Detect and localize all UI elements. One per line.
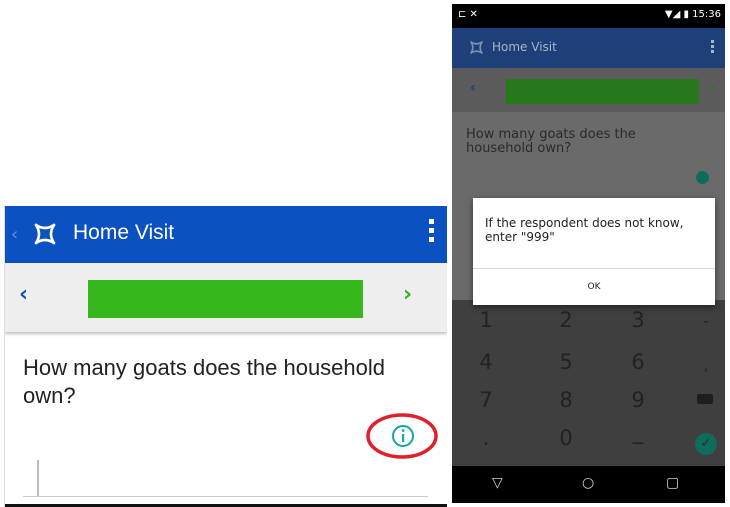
notification-icons: ⊏ ✕	[458, 9, 478, 20]
phone-app-bar: Home Visit	[452, 28, 725, 68]
system-home-icon[interactable]: ○	[582, 475, 594, 491]
phone-info-icon[interactable]	[696, 171, 709, 184]
key-1[interactable]: 1	[466, 308, 506, 332]
phone-screenshot: ⊏ ✕ ▼◢ ▮ 15:36 Home Visit ‹ › How many g…	[452, 4, 725, 503]
key-5[interactable]: 5	[546, 350, 586, 374]
app-bar: ‹ Home Visit	[5, 206, 447, 263]
status-bar: ⊏ ✕ ▼◢ ▮ 15:36	[452, 4, 725, 28]
phone-app-logo-icon	[470, 41, 483, 54]
dialog-ok-button[interactable]: OK	[473, 269, 715, 305]
key-2[interactable]: 2	[546, 308, 586, 332]
system-back-icon[interactable]: ▽	[492, 475, 503, 491]
phone-question-text: How many goats does the household own?	[466, 127, 636, 156]
key-comma[interactable]: ,	[696, 356, 716, 374]
key-space[interactable]: _	[618, 420, 658, 444]
next-question-button[interactable]: ›	[403, 282, 412, 307]
key-6[interactable]: 6	[618, 350, 658, 374]
backspace-key-icon[interactable]	[697, 394, 713, 404]
status-clock: ▼◢ ▮ 15:36	[664, 9, 721, 20]
system-nav-bar: ▽ ○ ▢	[452, 466, 725, 503]
back-arrow-icon[interactable]: ‹	[11, 224, 18, 245]
key-dot[interactable]: .	[466, 426, 506, 450]
answer-input[interactable]	[23, 496, 428, 497]
hint-dialog: If the respondent does not know, enter "…	[473, 198, 715, 305]
key-4[interactable]: 4	[466, 350, 506, 374]
info-icon-highlight[interactable]	[365, 412, 439, 460]
question-text: How many goats does the household own?	[23, 355, 386, 408]
phone-question-nav: ‹ ›	[452, 68, 725, 112]
key-0[interactable]: 0	[546, 426, 586, 450]
overflow-menu-icon[interactable]	[429, 219, 435, 249]
key-7[interactable]: 7	[466, 388, 506, 412]
app-logo-icon	[34, 223, 56, 245]
system-recents-icon[interactable]: ▢	[666, 475, 679, 491]
phone-app-title: Home Visit	[492, 40, 557, 54]
numeric-keypad: 1 2 3 - 4 5 6 , 7 8 9 . 0 _ ✓	[452, 300, 725, 466]
progress-bar	[88, 280, 363, 318]
key-8[interactable]: 8	[546, 388, 586, 412]
phone-overflow-menu-icon[interactable]	[711, 40, 715, 55]
info-icon[interactable]	[365, 412, 439, 460]
question-nav-bar: ‹ ›	[5, 263, 447, 332]
done-check-icon[interactable]: ✓	[695, 433, 717, 455]
text-cursor	[37, 460, 39, 496]
previous-question-button[interactable]: ‹	[19, 282, 28, 307]
phone-progress-bar	[506, 79, 699, 104]
zoomed-app-view: ‹ Home Visit ‹ › How many goats does the…	[4, 206, 447, 507]
phone-previous-button[interactable]: ‹	[470, 80, 476, 96]
key-minus[interactable]: -	[696, 312, 716, 330]
phone-next-button[interactable]: ›	[709, 80, 715, 96]
dialog-message: If the respondent does not know, enter "…	[485, 216, 684, 244]
phone-screen: Home Visit ‹ › How many goats does the h…	[452, 28, 725, 466]
key-3[interactable]: 3	[618, 308, 658, 332]
status-time: 15:36	[692, 9, 721, 20]
app-title: Home Visit	[73, 221, 175, 244]
key-9[interactable]: 9	[618, 388, 658, 412]
